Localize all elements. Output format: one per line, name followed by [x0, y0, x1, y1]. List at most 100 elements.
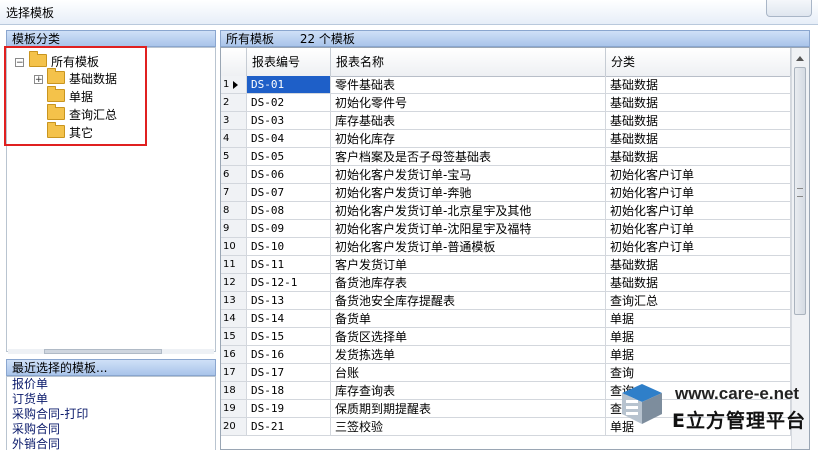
report-name-cell: 零件基础表 [331, 76, 606, 94]
category-cell: 单据 [606, 328, 791, 346]
table-row[interactable]: 9 DS-09 初始化客户发货订单-沈阳星宇及福特 初始化客户订单 [221, 220, 791, 238]
row-number: 12 [221, 274, 247, 292]
window-title: 选择模板 [6, 6, 55, 20]
row-number: 5 [221, 148, 247, 166]
row-number: 1 [221, 76, 247, 94]
recent-item[interactable]: 采购合同 [12, 422, 215, 437]
tree-horizontal-scrollbar[interactable] [8, 349, 214, 354]
report-code-cell: DS-13 [247, 292, 331, 310]
collapse-icon[interactable]: − [15, 58, 24, 68]
report-name-cell: 初始化客户发货订单-普通模板 [331, 238, 606, 256]
scrollbar-thumb[interactable] [44, 349, 162, 354]
table-row[interactable]: 16 DS-16 发货拣选单 单据 [221, 346, 791, 364]
table-row[interactable]: 2 DS-02 初始化零件号 基础数据 [221, 94, 791, 112]
table-row[interactable]: 12 DS-12-1 备货池库存表 基础数据 [221, 274, 791, 292]
column-header-code[interactable]: 报表编号 [247, 48, 331, 76]
table-row[interactable]: 15 DS-15 备货区选择单 单据 [221, 328, 791, 346]
tree-node-query-summary[interactable]: 查询汇总 [47, 104, 118, 124]
report-name-cell: 保质期到期提醒表 [331, 400, 606, 418]
table-row[interactable]: 19 DS-19 保质期到期提醒表查 [221, 400, 791, 418]
row-number: 6 [221, 166, 247, 184]
column-header-name[interactable]: 报表名称 [331, 48, 606, 76]
table-row[interactable]: 6 DS-06 初始化客户发货订单-宝马 初始化客户订单 [221, 166, 791, 184]
title-bar: 选择模板 [0, 0, 818, 25]
close-button[interactable] [766, 0, 812, 17]
report-name-cell: 客户发货订单 [331, 256, 606, 274]
report-name-cell: 三签校验 [331, 418, 606, 436]
table-row[interactable]: 8 DS-08 初始化客户发货订单-北京星宇及其他 初始化客户订单 [221, 202, 791, 220]
report-code-cell: DS-11 [247, 256, 331, 274]
row-number: 14 [221, 310, 247, 328]
category-cell: 初始化客户订单 [606, 184, 791, 202]
category-cell: 基础数据 [606, 148, 791, 166]
report-name-cell: 台账 [331, 364, 606, 382]
row-number: 9 [221, 220, 247, 238]
report-code-cell: DS-15 [247, 328, 331, 346]
category-tree[interactable]: − 所有模板 + 基础数据 单据 查询汇总 其它 [6, 47, 216, 352]
row-number: 4 [221, 130, 247, 148]
table-row[interactable]: 1 DS-01 零件基础表 基础数据 [221, 76, 791, 94]
template-pane-header: 所有模板 22 个模板 [220, 30, 810, 47]
report-code-cell: DS-09 [247, 220, 331, 238]
row-number: 2 [221, 94, 247, 112]
report-code-cell: DS-03 [247, 112, 331, 130]
recent-item[interactable]: 报价单 [12, 377, 215, 392]
table-row[interactable]: 14 DS-14 备货单 单据 [221, 310, 791, 328]
report-code-cell: DS-02 [247, 94, 331, 112]
table-row[interactable]: 11 DS-11 客户发货订单 基础数据 [221, 256, 791, 274]
row-number: 8 [221, 202, 247, 220]
row-number: 17 [221, 364, 247, 382]
template-pane-title: 所有模板 [226, 32, 275, 46]
row-number: 18 [221, 382, 247, 400]
report-name-cell: 初始化客户发货订单-奔驰 [331, 184, 606, 202]
report-name-cell: 初始化库存 [331, 130, 606, 148]
tree-node-other[interactable]: 其它 [47, 122, 93, 142]
category-cell: 基础数据 [606, 94, 791, 112]
table-row[interactable]: 13 DS-13 备货池安全库存提醒表 查询汇总 [221, 292, 791, 310]
report-name-cell: 初始化零件号 [331, 94, 606, 112]
category-cell: 单据 [606, 346, 791, 364]
category-cell: 初始化客户订单 [606, 220, 791, 238]
expand-icon[interactable]: + [34, 75, 43, 85]
recent-item[interactable]: 采购合同-打印 [12, 407, 215, 422]
table-row[interactable]: 3 DS-03 库存基础表 基础数据 [221, 112, 791, 130]
category-cell: 查 [606, 400, 791, 418]
category-cell: 基础数据 [606, 256, 791, 274]
scrollbar-thumb[interactable] [794, 67, 806, 315]
category-cell: 基础数据 [606, 130, 791, 148]
folder-icon [47, 86, 65, 102]
category-cell: 查询 [606, 382, 791, 400]
report-code-cell: DS-17 [247, 364, 331, 382]
scroll-up-icon[interactable] [796, 56, 804, 61]
tree-node-label: 查询汇总 [69, 108, 118, 122]
report-code-cell: DS-16 [247, 346, 331, 364]
row-number: 3 [221, 112, 247, 130]
report-code-cell: DS-19 [247, 400, 331, 418]
category-cell: 单据 [606, 418, 791, 436]
category-cell: 单据 [606, 310, 791, 328]
table-row[interactable]: 18 DS-18 库存查询表 查询 [221, 382, 791, 400]
template-count: 22 个模板 [299, 32, 355, 46]
table-row[interactable]: 7 DS-07 初始化客户发货订单-奔驰 初始化客户订单 [221, 184, 791, 202]
report-code-cell: DS-08 [247, 202, 331, 220]
table-row[interactable]: 5 DS-05 客户档案及是否子母签基础表 基础数据 [221, 148, 791, 166]
report-name-cell: 备货池安全库存提醒表 [331, 292, 606, 310]
row-number: 15 [221, 328, 247, 346]
recent-item[interactable]: 订货单 [12, 392, 215, 407]
grid-vertical-scrollbar[interactable] [791, 48, 809, 449]
tree-node-basic-data[interactable]: 基础数据 [47, 68, 117, 88]
report-name-cell: 库存查询表 [331, 382, 606, 400]
row-number: 19 [221, 400, 247, 418]
table-row[interactable]: 4 DS-04 初始化库存 基础数据 [221, 130, 791, 148]
table-row[interactable]: 17 DS-17 台账 查询 [221, 364, 791, 382]
table-row[interactable]: 20 DS-21 三签校验 单据 [221, 418, 791, 436]
report-name-cell: 初始化客户发货订单-沈阳星宇及福特 [331, 220, 606, 238]
column-header-category[interactable]: 分类 [606, 48, 791, 76]
folder-open-icon [29, 51, 47, 67]
category-cell: 初始化客户订单 [606, 238, 791, 256]
recent-template-list: 报价单 订货单 采购合同-打印 采购合同 外销合同 [6, 376, 216, 451]
recent-pane-header: 最近选择的模板... [6, 359, 216, 376]
tree-node-all-templates[interactable]: 所有模板 [29, 51, 99, 71]
table-row[interactable]: 10 DS-10 初始化客户发货订单-普通模板 初始化客户订单 [221, 238, 791, 256]
category-cell: 基础数据 [606, 76, 791, 94]
